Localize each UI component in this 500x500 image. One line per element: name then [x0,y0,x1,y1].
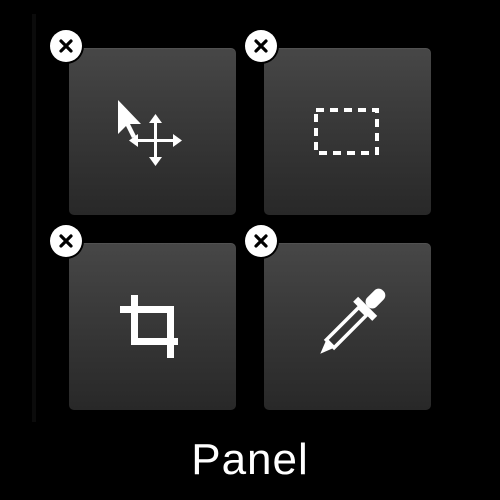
crop-icon [120,295,178,358]
panel-title: Panel [191,435,309,484]
tool-tile-move[interactable] [69,48,236,215]
tool-tile-marquee[interactable] [264,48,431,215]
marquee-icon [314,108,379,155]
remove-crop-tool-button[interactable] [50,225,82,257]
remove-marquee-tool-button[interactable] [245,30,277,62]
close-icon [59,234,73,248]
panel-edge-divider [32,14,36,422]
move-tool-icon [118,100,182,166]
close-icon [254,234,268,248]
tools-panel-customizer: Panel [0,0,500,500]
close-icon [59,39,73,53]
tool-tile-eyedropper[interactable] [264,243,431,410]
remove-eyedropper-tool-button[interactable] [245,225,277,257]
tool-tile-crop[interactable] [69,243,236,410]
eyedropper-icon [320,288,386,354]
close-icon [254,39,268,53]
remove-move-tool-button[interactable] [50,30,82,62]
